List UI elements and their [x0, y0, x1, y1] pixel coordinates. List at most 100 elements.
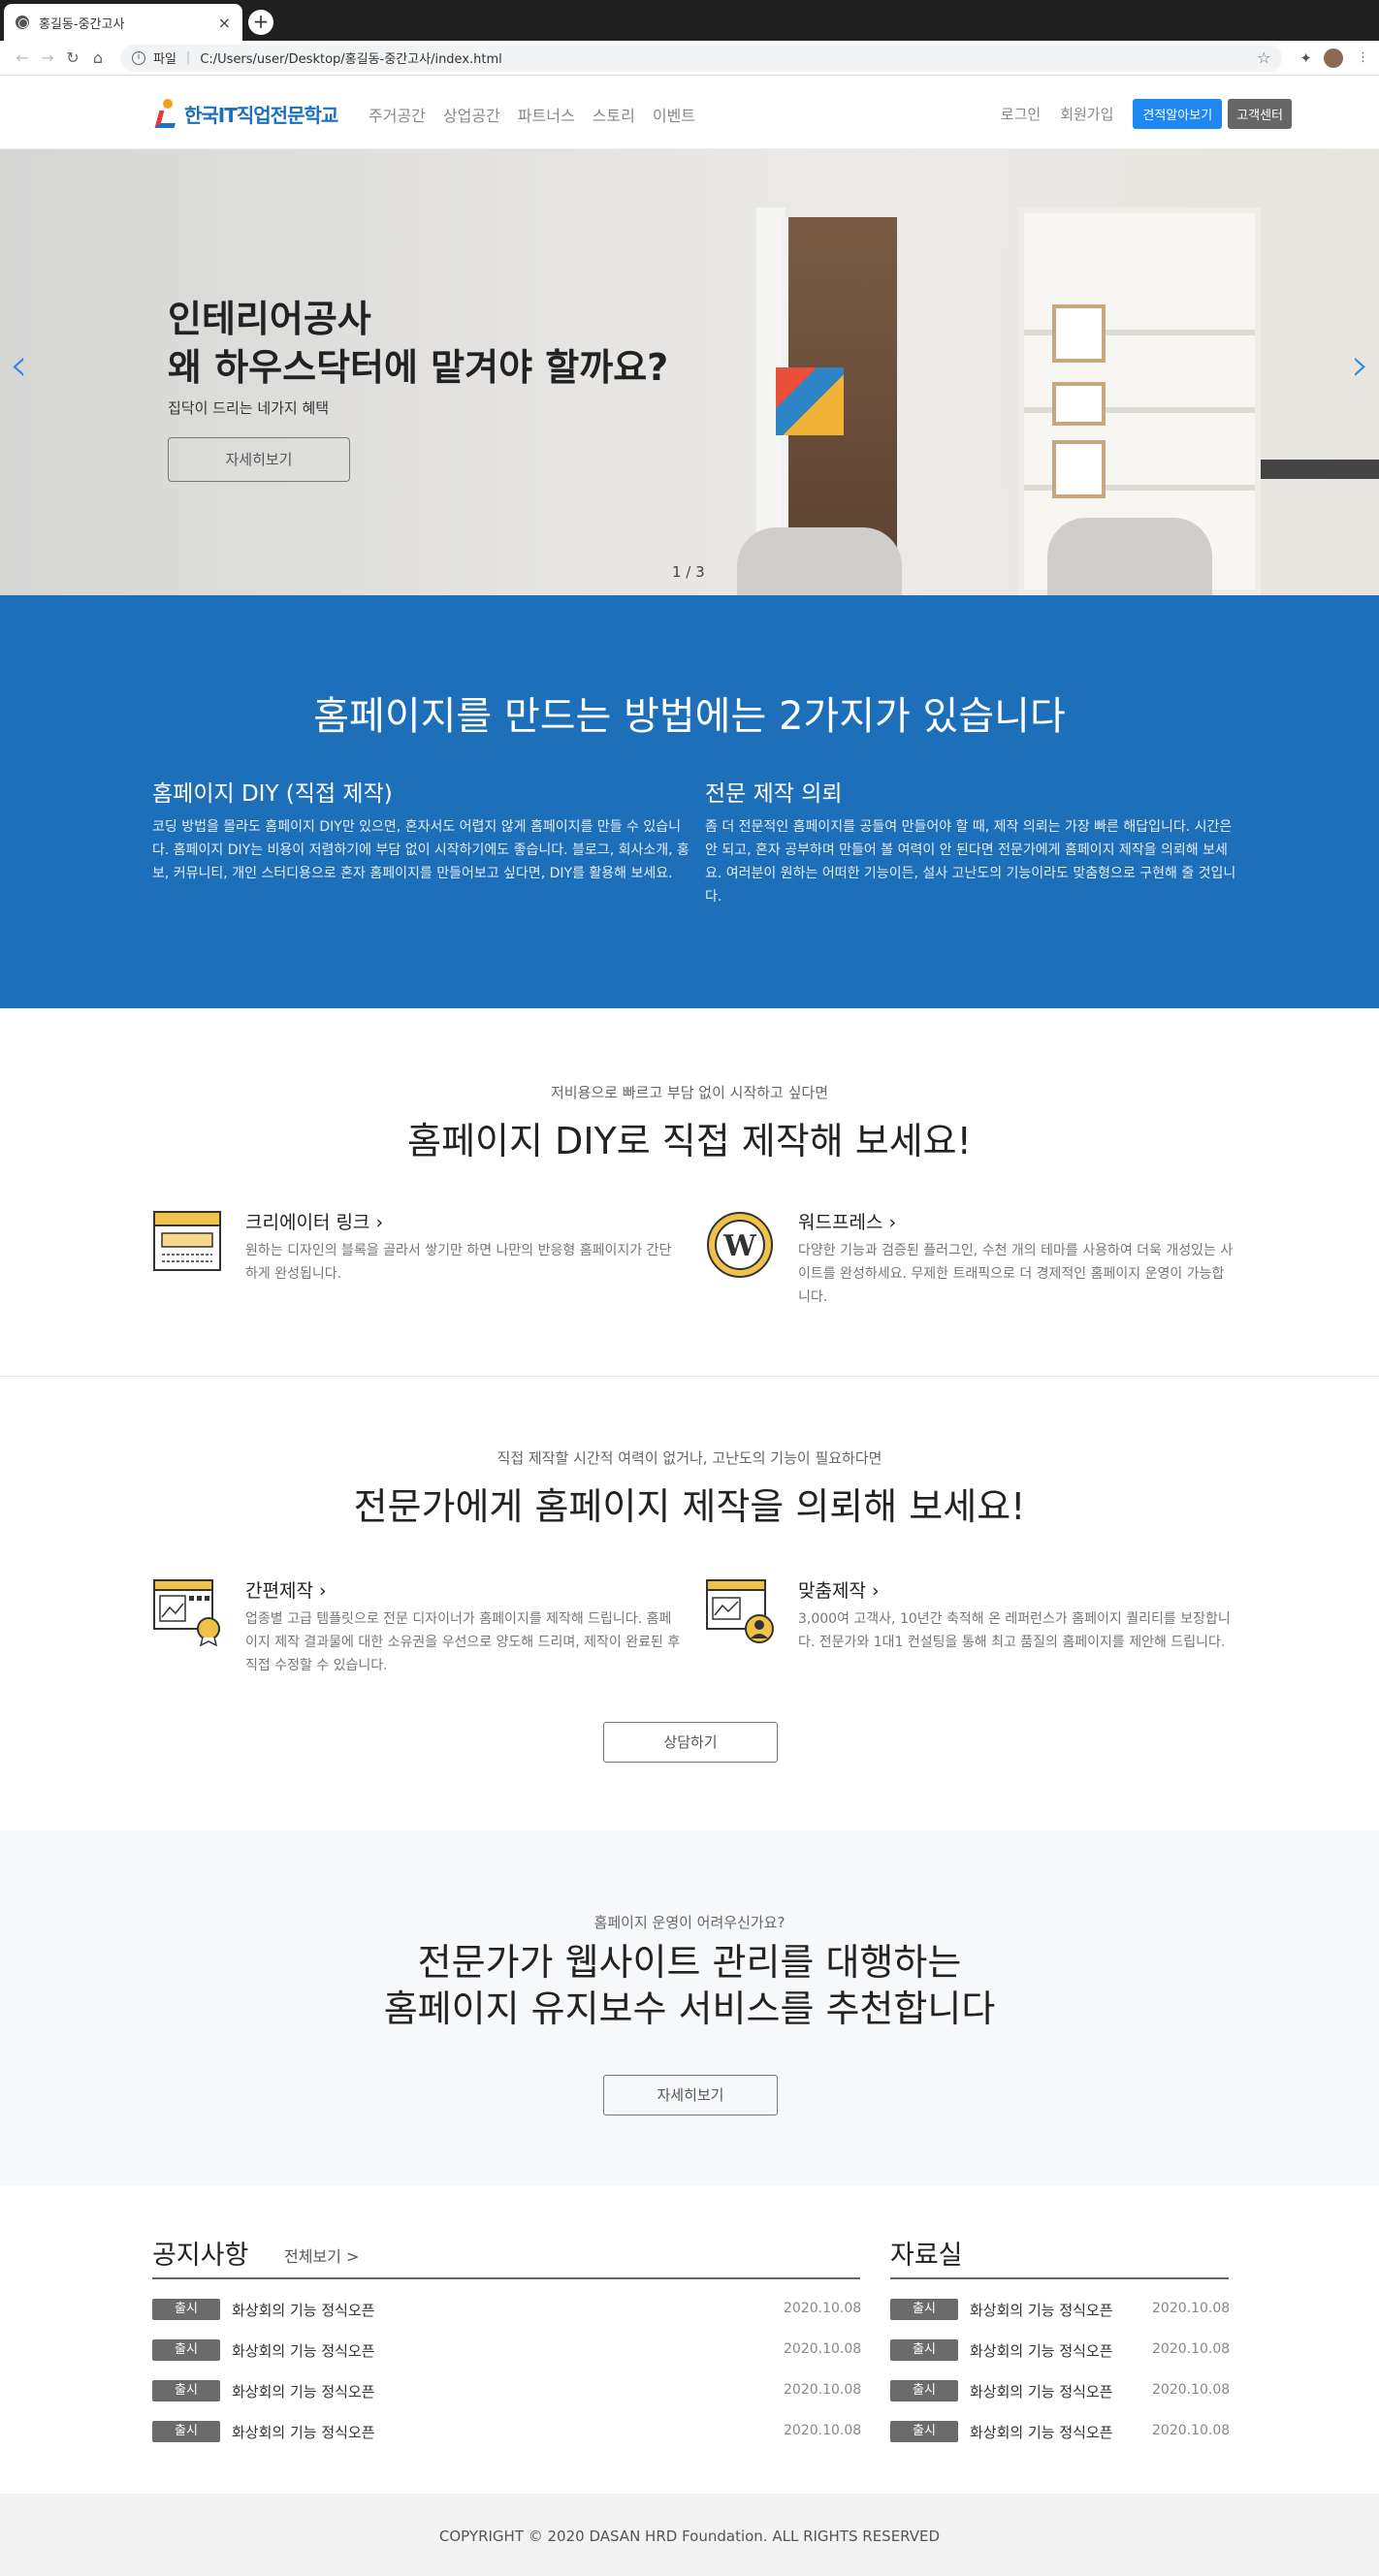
- estimate-button[interactable]: 견적알아보기: [1133, 99, 1223, 129]
- custom-build-title[interactable]: 맞춤제작 ›: [798, 1576, 880, 1603]
- archive-row-date: 2020.10.08: [1152, 2382, 1231, 2398]
- forward-icon[interactable]: →: [35, 48, 60, 67]
- archive-row[interactable]: 출시 화상회의 기능 정식오픈: [890, 2421, 1113, 2442]
- extensions-icon[interactable]: ✦: [1299, 49, 1312, 67]
- archive-row-text: 화상회의 기능 정식오픈: [970, 2423, 1113, 2441]
- archive-divider: [890, 2277, 1229, 2279]
- url-separator: |: [185, 50, 191, 65]
- notice-row[interactable]: 출시 화상회의 기능 정식오픈: [152, 2339, 375, 2361]
- creator-link-title[interactable]: 크리에이터 링크 ›: [245, 1208, 383, 1234]
- custom-build-description: 3,000여 고객사, 10년간 축적해 온 레퍼런스가 홈페이지 퀄리티를 보…: [798, 1611, 1231, 1650]
- notice-title: 공지사항: [152, 2241, 249, 2271]
- hero-title-line2: 왜 하우스닥터에 맡겨야 할까요?: [168, 346, 669, 389]
- archive-badge: 출시: [890, 2380, 958, 2401]
- copyright-text: COPYRIGHT © 2020 DASAN HRD Foundation. A…: [438, 2528, 941, 2545]
- hero-more-button[interactable]: 자세히보기: [168, 437, 350, 482]
- hero-counter: [1261, 460, 1379, 479]
- archive-row-text: 화상회의 기능 정식오픈: [970, 2382, 1113, 2401]
- hero-chair-right: [1047, 518, 1212, 595]
- archive-row[interactable]: 출시 화상회의 기능 정식오픈: [890, 2380, 1113, 2401]
- notice-row[interactable]: 출시 화상회의 기능 정식오픈: [152, 2421, 375, 2442]
- site-header: 한국IT직업전문학교 주거공간 상업공간 파트너스 스토리 이벤트 로그인 회원…: [0, 76, 1379, 149]
- notice-row-text: 화상회의 기능 정식오픈: [232, 2341, 375, 2360]
- expert-title: 전문가에게 홈페이지 제작을 의뢰해 보세요!: [353, 1485, 1026, 1528]
- expert-pretitle: 직접 제작할 시간적 여력이 없거나, 고난도의 기능이 필요하다면: [497, 1449, 882, 1467]
- methods-title: 홈페이지를 만드는 방법에는 2가지가 있습니다: [313, 694, 1066, 739]
- notice-row-date: 2020.10.08: [784, 2423, 862, 2438]
- back-icon[interactable]: ←: [10, 48, 35, 67]
- archive-row-date: 2020.10.08: [1152, 2301, 1231, 2316]
- login-link[interactable]: 로그인: [1001, 104, 1041, 124]
- logo-text: 한국IT직업전문학교: [184, 103, 338, 127]
- slider-prev-icon[interactable]: ‹: [10, 338, 27, 391]
- wordpress-title[interactable]: 워드프레스 ›: [798, 1208, 896, 1234]
- wordpress-icon: W: [707, 1212, 773, 1278]
- archive-badge: 출시: [890, 2339, 958, 2361]
- slider-next-icon[interactable]: ›: [1352, 338, 1369, 391]
- nav-item-partners[interactable]: 파트너스: [518, 103, 575, 126]
- custom-build-title-text: 맞춤제작: [798, 1580, 866, 1602]
- nav-item-living[interactable]: 주거공간: [369, 103, 426, 126]
- notice-row[interactable]: 출시 화상회의 기능 정식오픈: [152, 2380, 375, 2401]
- hero-title: 인테리어공사 왜 하우스닥터에 맡겨야 할까요?: [168, 295, 668, 392]
- easy-build-title[interactable]: 간편제작 ›: [245, 1576, 327, 1603]
- notice-row-date: 2020.10.08: [784, 2382, 862, 2398]
- nav-item-event[interactable]: 이벤트: [653, 103, 695, 126]
- notice-more-link[interactable]: 전체보기 >: [284, 2243, 359, 2267]
- diy-section: 저비용으로 빠르고 부담 없이 시작하고 싶다면 홈페이지 DIY로 직접 제작…: [0, 1008, 1379, 1377]
- utility-nav: 로그인 회원가입 견적알아보기 고객센터: [1001, 99, 1292, 129]
- consult-button[interactable]: 상담하기: [603, 1722, 778, 1763]
- site-logo[interactable]: 한국IT직업전문학교: [153, 97, 338, 130]
- url-field[interactable]: i 파일 | C:/Users/user/Desktop/홍길동-중간고사/in…: [120, 44, 1283, 72]
- browser-menu-icon[interactable]: ⋮: [1357, 50, 1369, 65]
- archive-row[interactable]: 출시 화상회의 기능 정식오픈: [890, 2339, 1113, 2361]
- hero-artwork: [776, 367, 844, 435]
- easy-build-description: 업종별 고급 템플릿으로 전문 디자이너가 홈페이지를 제작해 드립니다. 홈페…: [245, 1611, 681, 1673]
- nav-item-story[interactable]: 스토리: [593, 103, 635, 126]
- profile-avatar[interactable]: [1324, 48, 1343, 68]
- maintenance-title-line2: 홈페이지 유지보수 서비스를 추천합니다: [383, 1988, 996, 2030]
- notice-badge: 출시: [152, 2299, 220, 2320]
- signup-link[interactable]: 회원가입: [1060, 104, 1113, 124]
- hero-chair-left: [737, 527, 902, 595]
- url-text: C:/Users/user/Desktop/홍길동-중간고사/index.htm…: [200, 52, 502, 67]
- notice-badge: 출시: [152, 2380, 220, 2401]
- hero-copy: 인테리어공사 왜 하우스닥터에 맡겨야 할까요? 집닥이 드리는 네가지 혜택 자…: [168, 295, 668, 482]
- logo-mark-icon: [153, 97, 180, 130]
- wordpress-item[interactable]: W 워드프레스 › 다양한 기능과 검증된 플러그인, 수천 개의 테마를 사용…: [705, 1208, 1233, 1324]
- maintenance-more-button[interactable]: 자세히보기: [603, 2075, 778, 2115]
- chevron-right-icon: ›: [888, 1212, 897, 1233]
- close-tab-icon[interactable]: ×: [218, 14, 231, 32]
- creator-link-description: 원하는 디자인의 블록을 골라서 쌓기만 하면 나만의 반응형 홈페이지가 간단…: [245, 1243, 672, 1282]
- archive-row-date: 2020.10.08: [1152, 2341, 1231, 2357]
- notice-row[interactable]: 출시 화상회의 기능 정식오픈: [152, 2299, 375, 2320]
- home-icon[interactable]: ⌂: [85, 48, 111, 67]
- browser-window-icon: [153, 1211, 221, 1271]
- archive-badge: 출시: [890, 2299, 958, 2320]
- nav-item-commercial[interactable]: 상업공간: [443, 103, 500, 126]
- archive-row[interactable]: 출시 화상회의 기능 정식오픈: [890, 2299, 1113, 2320]
- template-award-icon: [153, 1579, 220, 1646]
- hero-subtitle: 집닥이 드리는 네가지 혜택: [168, 399, 330, 417]
- hero-slider: 인테리어공사 왜 하우스닥터에 맡겨야 할까요? 집닥이 드리는 네가지 혜택 자…: [0, 149, 1379, 595]
- browser-tab[interactable]: 홍길동-중간고사 ×: [4, 4, 242, 41]
- wordpress-description: 다양한 기능과 검증된 플러그인, 수천 개의 테마를 사용하여 더욱 개성있는…: [798, 1243, 1234, 1305]
- notice-row-text: 화상회의 기능 정식오픈: [232, 2423, 375, 2441]
- diy-column: 홈페이지 DIY (직접 제작) 코딩 방법을 몰라도 홈페이지 DIY만 있으…: [152, 775, 690, 885]
- maintenance-title: 전문가가 웹사이트 관리를 대행하는 홈페이지 유지보수 서비스를 추천합니다: [0, 1939, 1379, 2032]
- reload-icon[interactable]: ↻: [60, 48, 85, 67]
- notice-row-text: 화상회의 기능 정식오픈: [232, 2301, 375, 2319]
- easy-build-item[interactable]: 간편제작 › 업종별 고급 템플릿으로 전문 디자이너가 홈페이지를 제작해 드…: [152, 1576, 680, 1683]
- new-tab-button[interactable]: +: [248, 10, 273, 35]
- creator-link-item[interactable]: 크리에이터 링크 › 원하는 디자인의 블록을 골라서 쌓기만 하면 나만의 반…: [152, 1208, 676, 1315]
- customer-center-button[interactable]: 고객센터: [1228, 99, 1292, 129]
- expert-section: 직접 제작할 시간적 여력이 없거나, 고난도의 기능이 필요하다면 전문가에게…: [0, 1377, 1379, 1830]
- notice-divider: [152, 2277, 860, 2279]
- custom-build-item[interactable]: 맞춤제작 › 3,000여 고객사, 10년간 축적해 온 레퍼런스가 홈페이지…: [705, 1576, 1231, 1683]
- notice-row-date: 2020.10.08: [784, 2301, 862, 2316]
- bookmark-star-icon[interactable]: ☆: [1257, 48, 1270, 67]
- archive-row-text: 화상회의 기능 정식오픈: [970, 2301, 1113, 2319]
- site-footer: COPYRIGHT © 2020 DASAN HRD Foundation. A…: [0, 2494, 1379, 2576]
- notice-badge: 출시: [152, 2421, 220, 2442]
- info-icon[interactable]: i: [132, 50, 145, 65]
